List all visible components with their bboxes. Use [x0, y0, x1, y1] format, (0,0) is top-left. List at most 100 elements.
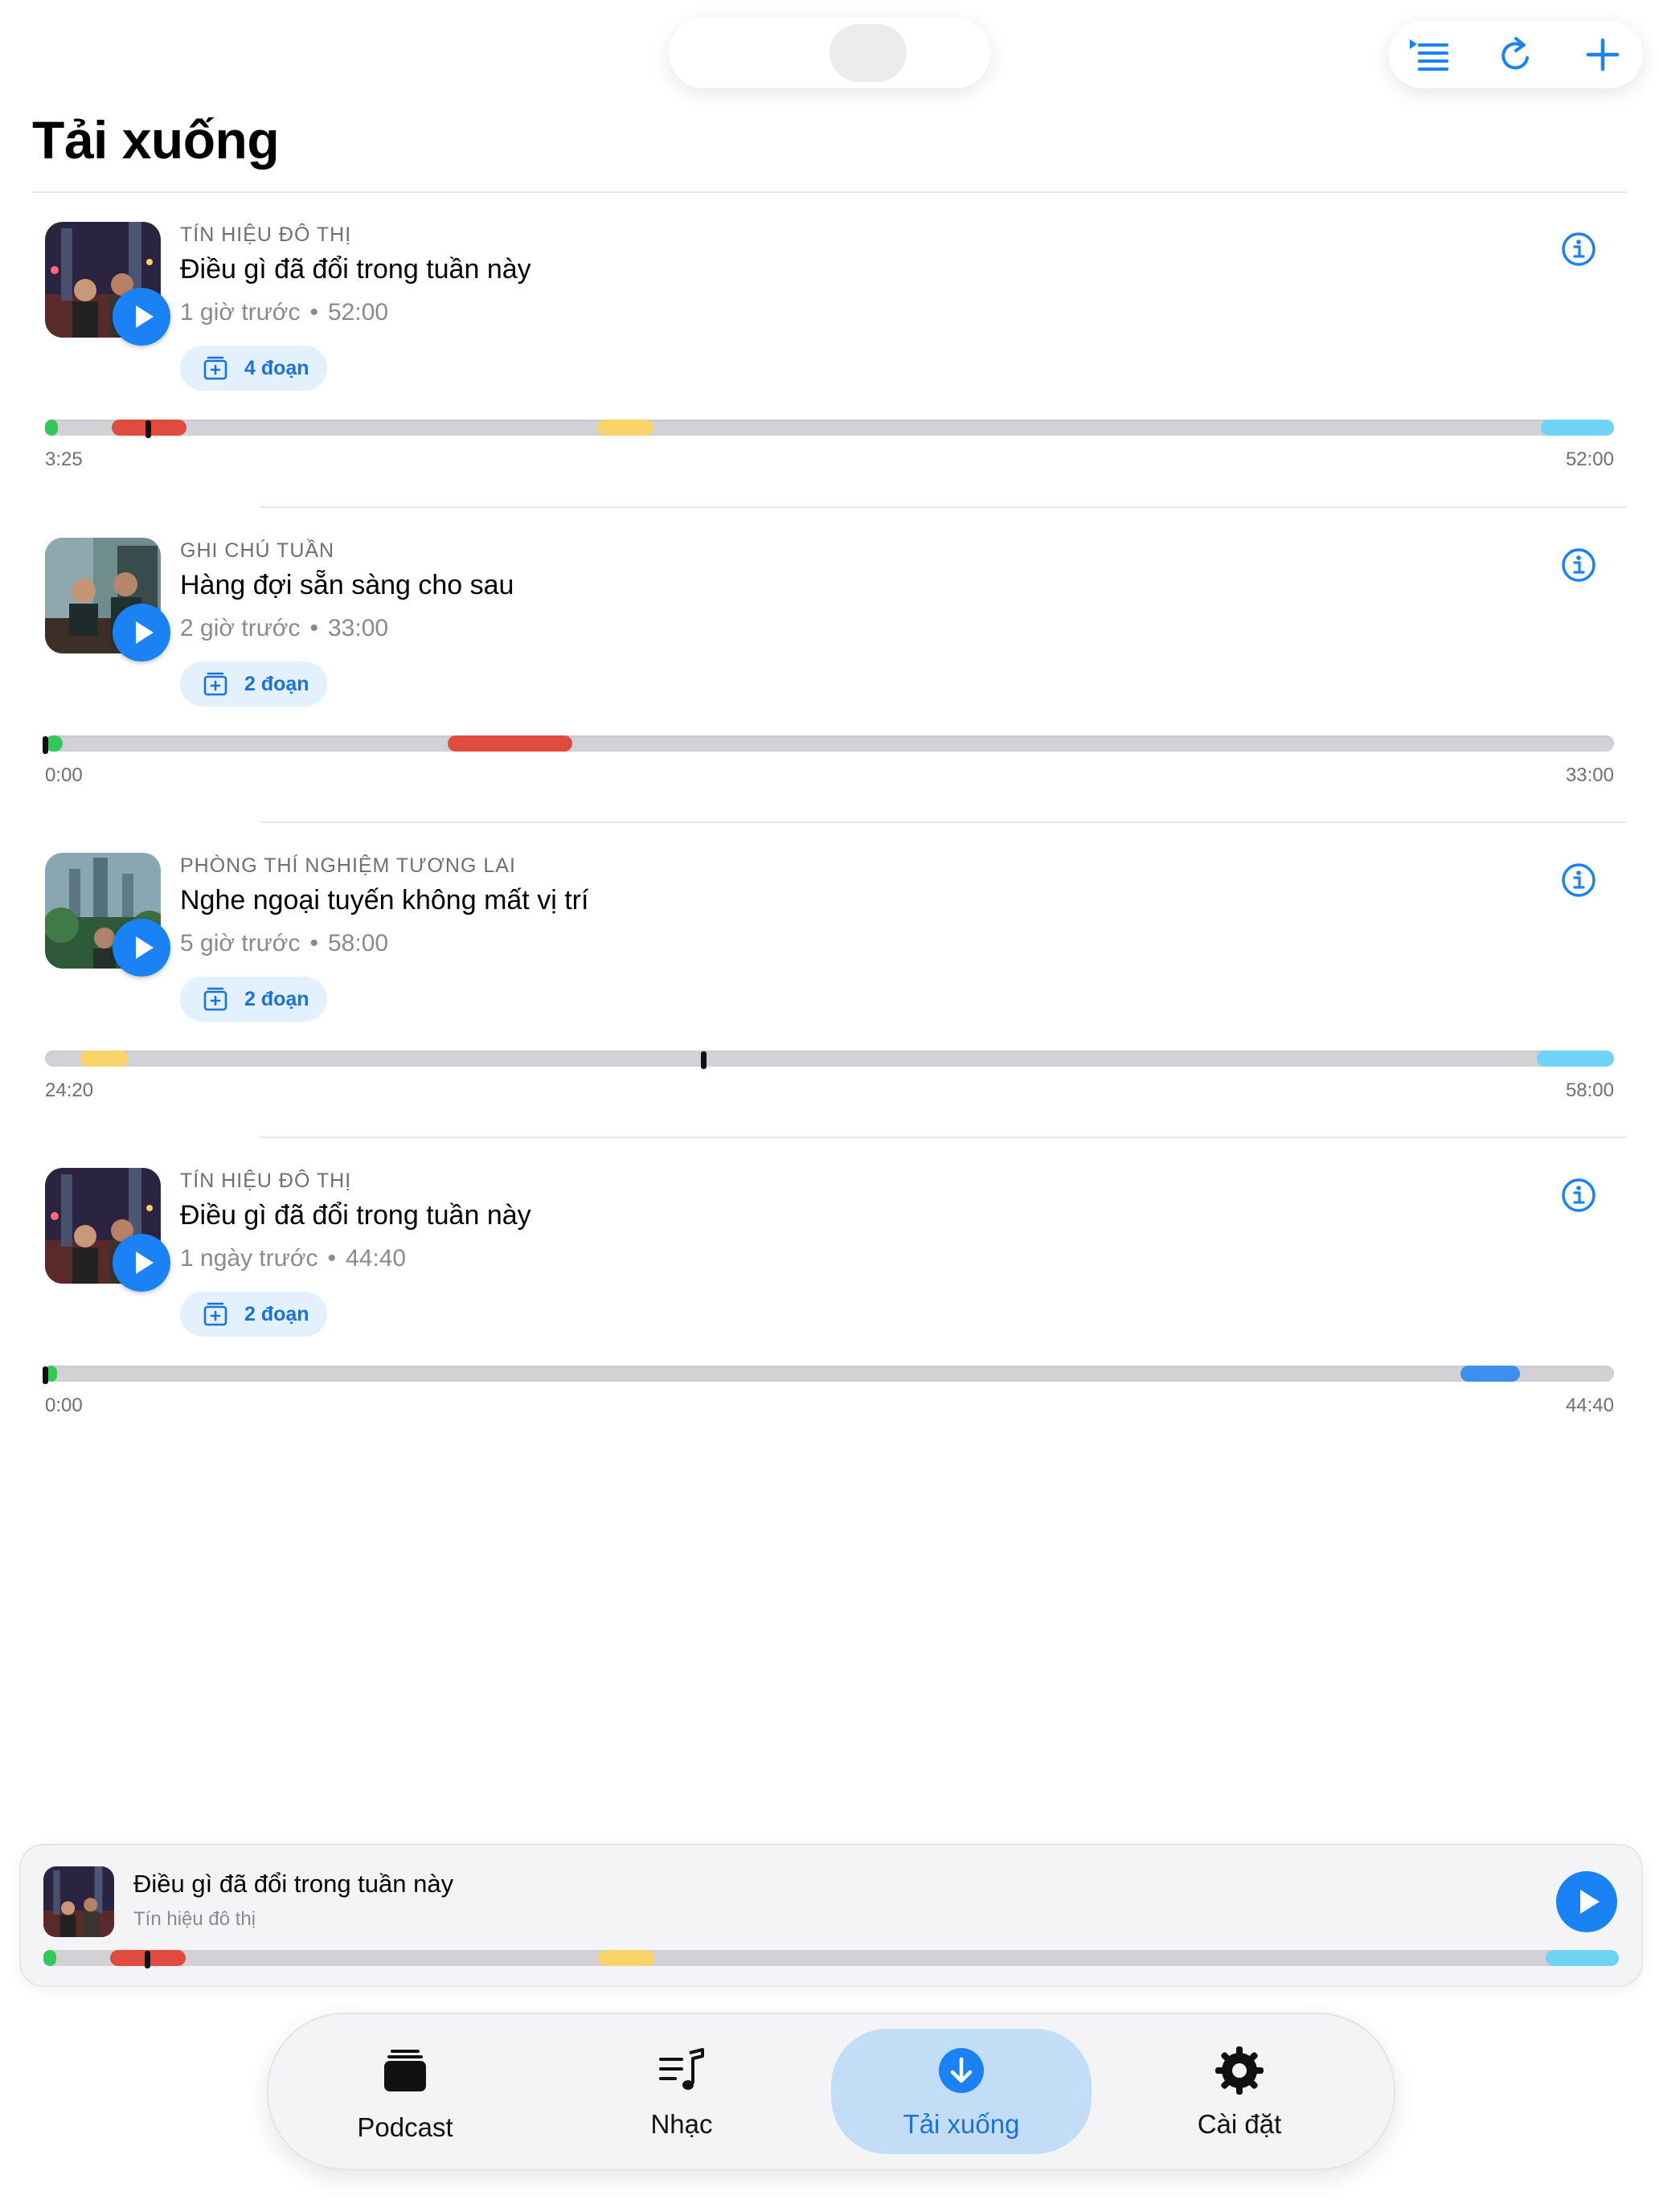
- tab-bar: Podcast Nhạc Tải xuống Cài đặt: [267, 2013, 1395, 2170]
- play-icon: [1580, 1890, 1600, 1914]
- timeline-segment-yellow[interactable]: [80, 1051, 129, 1067]
- segments-chip-label: 2 đoạn: [244, 988, 309, 1010]
- episode-meta: 5 giờ trước • 58:00: [180, 930, 388, 957]
- episode-age: 1 giờ trước: [180, 299, 301, 326]
- play-button[interactable]: [113, 919, 170, 977]
- episode-duration: 33:00: [327, 615, 389, 641]
- episode-title: Hàng đợi sẵn sàng cho sau: [180, 570, 514, 600]
- tab-label: Cài đặt: [1197, 2109, 1282, 2139]
- timeline-segment-cyan[interactable]: [1541, 420, 1614, 436]
- playhead-marker[interactable]: [43, 736, 48, 754]
- add-segment-icon: [201, 670, 230, 698]
- play-icon: [136, 936, 154, 959]
- episode-row[interactable]: PHÒNG THÍ NGHIỆM TƯƠNG LAI Nghe ngoại tu…: [0, 822, 1659, 1137]
- playhead-marker[interactable]: [145, 420, 152, 438]
- episode-show-name: TÍN HIỆU ĐÔ THỊ: [180, 1169, 352, 1192]
- play-button[interactable]: [113, 604, 170, 662]
- episode-meta: 2 giờ trước • 33:00: [180, 615, 388, 642]
- tab-music[interactable]: Nhạc: [545, 2014, 818, 2169]
- info-icon[interactable]: [1559, 861, 1598, 899]
- episode-show-name: TÍN HIỆU ĐÔ THỊ: [180, 223, 352, 246]
- tab-label: Nhạc: [650, 2109, 713, 2139]
- play-icon: [136, 305, 154, 328]
- timeline-segment-yellow[interactable]: [597, 1950, 655, 1966]
- episode-show-name: GHI CHÚ TUẦN: [180, 539, 335, 562]
- info-icon[interactable]: [1559, 230, 1598, 268]
- add-segment-icon: [201, 354, 230, 383]
- segments-chip[interactable]: 2 đoạn: [180, 1292, 327, 1337]
- timeline-start-time: 0:00: [45, 1395, 83, 1416]
- episode-timeline[interactable]: [43, 1366, 1614, 1384]
- timeline-end-time: 33:00: [1565, 764, 1614, 786]
- playhead-marker[interactable]: [43, 1366, 48, 1384]
- timeline-end-time: 52:00: [1565, 449, 1614, 470]
- segments-chip[interactable]: 4 đoạn: [180, 346, 327, 391]
- segments-chip[interactable]: 2 đoạn: [180, 662, 327, 707]
- playlist-icon[interactable]: [1405, 31, 1453, 79]
- info-icon[interactable]: [1559, 546, 1598, 584]
- tab-settings[interactable]: Cài đặt: [1103, 2014, 1376, 2169]
- tab-podcast[interactable]: Podcast: [268, 2014, 542, 2169]
- add-icon[interactable]: [1579, 31, 1627, 79]
- episode-row[interactable]: TÍN HIỆU ĐÔ THỊ Điều gì đã đổi trong tuầ…: [0, 191, 1659, 506]
- separator-dot: •: [327, 1245, 337, 1272]
- mini-player-subtitle: Tín hiệu đô thị: [133, 1908, 256, 1930]
- episode-age: 5 giờ trước: [180, 930, 301, 956]
- mini-player-timeline[interactable]: [43, 1950, 1619, 1968]
- timeline-end-time: 58:00: [1565, 1079, 1614, 1101]
- episode-timeline[interactable]: [45, 420, 1614, 438]
- timeline-start-time: 3:25: [45, 449, 83, 470]
- episode-title: Nghe ngoại tuyến không mất vị trí: [180, 885, 589, 916]
- episode-duration: 58:00: [327, 930, 389, 956]
- refresh-icon[interactable]: [1492, 31, 1540, 79]
- mini-player-play-button[interactable]: [1556, 1871, 1617, 1932]
- episode-age: 2 giờ trước: [180, 615, 301, 641]
- timeline-segment-cyan[interactable]: [1536, 1051, 1614, 1067]
- segments-chip[interactable]: 2 đoạn: [180, 977, 327, 1022]
- music-list-icon: [653, 2042, 711, 2099]
- episode-title: Điều gì đã đổi trong tuần này: [180, 1200, 531, 1231]
- episode-age: 1 ngày trước: [180, 1245, 318, 1272]
- podcast-stack-icon: [376, 2042, 434, 2099]
- tab-label: Tải xuống: [903, 2109, 1020, 2139]
- segmented-control-knob[interactable]: [830, 24, 907, 82]
- episode-show-name: PHÒNG THÍ NGHIỆM TƯƠNG LAI: [180, 854, 516, 877]
- episode-row[interactable]: TÍN HIỆU ĐÔ THỊ Điều gì đã đổi trong tuầ…: [0, 1137, 1659, 1452]
- tab-downloads[interactable]: Tải xuống: [825, 2014, 1098, 2169]
- episode-timeline[interactable]: [43, 735, 1614, 754]
- info-icon[interactable]: [1559, 1176, 1598, 1215]
- separator-dot: •: [309, 615, 318, 641]
- timeline-end-time: 44:40: [1565, 1395, 1614, 1416]
- episode-meta: 1 giờ trước • 52:00: [180, 299, 388, 326]
- mini-player-artwork: [43, 1866, 114, 1937]
- segments-chip-label: 2 đoạn: [244, 1303, 309, 1325]
- separator-dot: •: [309, 299, 318, 326]
- segments-chip-label: 4 đoạn: [244, 357, 309, 379]
- playhead-marker[interactable]: [144, 1951, 150, 1968]
- playhead-marker[interactable]: [700, 1051, 707, 1069]
- mini-player-title: Điều gì đã đổi trong tuần này: [133, 1870, 454, 1898]
- mini-player[interactable]: Điều gì đã đổi trong tuần này Tín hiệu đ…: [19, 1844, 1643, 1987]
- page-title: Tải xuống: [32, 110, 280, 170]
- timeline-segment-cyan[interactable]: [1545, 1950, 1619, 1966]
- play-icon: [136, 621, 154, 644]
- timeline-segment-blue[interactable]: [1460, 1366, 1521, 1382]
- timeline-segment-green[interactable]: [43, 1950, 56, 1966]
- episode-meta: 1 ngày trước • 44:40: [180, 1245, 406, 1272]
- play-button[interactable]: [113, 288, 170, 346]
- play-button[interactable]: [113, 1234, 170, 1292]
- episode-row[interactable]: GHI CHÚ TUẦN Hàng đợi sẵn sàng cho sau 2…: [0, 507, 1659, 822]
- timeline-segment-green[interactable]: [45, 420, 58, 436]
- episode-timeline[interactable]: [45, 1051, 1614, 1069]
- timeline-start-time: 24:20: [45, 1079, 94, 1101]
- episode-duration: 44:40: [346, 1245, 407, 1272]
- gear-icon: [1210, 2042, 1268, 2099]
- timeline-segment-yellow[interactable]: [596, 420, 654, 436]
- timeline-segment-red[interactable]: [447, 735, 572, 752]
- episode-duration: 52:00: [327, 299, 389, 326]
- top-toolbar: [1389, 21, 1643, 88]
- episode-title: Điều gì đã đổi trong tuần này: [180, 254, 531, 285]
- top-segmented-control[interactable]: [669, 18, 990, 88]
- add-segment-icon: [201, 985, 230, 1014]
- timeline-start-time: 0:00: [45, 764, 83, 786]
